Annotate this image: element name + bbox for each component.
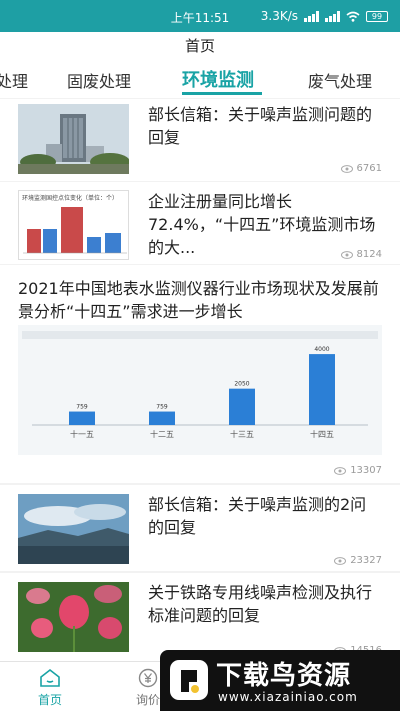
eye-icon bbox=[334, 556, 347, 565]
watermark: 下载鸟资源 www.xiazainiao.com bbox=[160, 650, 400, 711]
chart-value-label: 759 bbox=[156, 404, 168, 411]
landscape-thumbnail bbox=[18, 494, 129, 564]
chart-bar bbox=[229, 388, 255, 425]
watermark-domain: www.xiazainiao.com bbox=[218, 690, 358, 704]
view-count: 8124 bbox=[340, 249, 382, 260]
chart-category-label: 十四五 bbox=[310, 429, 334, 439]
chart-bar bbox=[149, 411, 175, 425]
view-count-value: 13307 bbox=[350, 465, 382, 476]
tab-partial[interactable]: 处理 bbox=[0, 68, 28, 92]
app-root: 上午11:51 3.3K/s 99 首页 处理 固废处理 环境监测 废气处理 部… bbox=[0, 0, 400, 711]
watermark-brand: 下载鸟资源 bbox=[216, 661, 352, 691]
nav-inquiry-label: 询价 bbox=[135, 693, 160, 707]
chart-bar bbox=[309, 354, 335, 425]
battery-icon: 99 bbox=[366, 10, 388, 22]
news-title[interactable]: 2021年中国地表水监测仪器行业市场现状及发展前景分析“十四五”需求进一步增长 bbox=[18, 277, 382, 323]
chart-category-label: 十二五 bbox=[150, 429, 174, 439]
nav-home[interactable]: 首页 bbox=[20, 666, 80, 708]
building-thumbnail bbox=[18, 104, 129, 174]
tab-exhaust-gas[interactable]: 废气处理 bbox=[308, 68, 372, 92]
news-title[interactable]: 关于铁路专用线噪声检测及执行标准问题的回复 bbox=[148, 581, 382, 627]
tab-environment-monitoring[interactable]: 环境监测 bbox=[182, 66, 254, 92]
category-tabs: 处理 固废处理 环境监测 废气处理 bbox=[0, 60, 400, 98]
view-count: 13307 bbox=[334, 465, 382, 476]
news-card[interactable]: 关于铁路专用线噪声检测及执行标准问题的回复 14516 bbox=[0, 573, 400, 661]
tab-active-indicator bbox=[182, 92, 262, 95]
chart-thumbnail: 环境监测国控点位变化（单位：个） bbox=[18, 190, 129, 260]
chart-bar bbox=[69, 411, 95, 425]
chart-category-label: 十一五 bbox=[70, 429, 94, 439]
chart-value-label: 759 bbox=[76, 404, 88, 411]
bar-chart-image: 759 十一五 759 十二五 2050 十三五 4000 十四五 bbox=[18, 325, 382, 455]
chart-category-label: 十三五 bbox=[230, 429, 254, 439]
chart-value-label: 4000 bbox=[314, 346, 329, 353]
signal-icon-2 bbox=[325, 10, 340, 22]
news-card[interactable]: 2021年中国地表水监测仪器行业市场现状及发展前景分析“十四五”需求进一步增长 … bbox=[0, 265, 400, 483]
view-count: 6761 bbox=[340, 163, 382, 174]
tab-solid-waste[interactable]: 固废处理 bbox=[67, 68, 131, 92]
view-count: 23327 bbox=[334, 555, 382, 566]
eye-icon bbox=[340, 250, 353, 259]
signal-icon bbox=[304, 10, 319, 22]
bar-chart: 759 十一五 759 十二五 2050 十三五 4000 十四五 bbox=[22, 331, 378, 439]
eye-icon bbox=[340, 164, 353, 173]
view-count-value: 8124 bbox=[356, 249, 382, 260]
net-speed: 3.3K/s bbox=[260, 9, 298, 23]
news-card[interactable]: 部长信箱：关于噪声监测问题的回复 6761 bbox=[0, 99, 400, 181]
news-title[interactable]: 部长信箱：关于噪声监测问题的回复 bbox=[148, 103, 382, 149]
wifi-icon bbox=[346, 11, 360, 22]
status-bar: 上午11:51 3.3K/s 99 bbox=[0, 0, 400, 32]
page-title: 首页 bbox=[0, 32, 400, 60]
news-title[interactable]: 部长信箱：关于噪声监测的2问的回复 bbox=[148, 493, 382, 539]
home-icon bbox=[40, 668, 60, 687]
eye-icon bbox=[334, 466, 347, 475]
view-count-value: 6761 bbox=[356, 163, 382, 174]
nav-home-label: 首页 bbox=[37, 693, 62, 707]
tulip-thumbnail bbox=[18, 582, 129, 652]
view-count-value: 23327 bbox=[350, 555, 382, 566]
news-card[interactable]: 环境监测国控点位变化（单位：个） 企业注册量同比增长72.4%，“十四五”环境监… bbox=[0, 182, 400, 264]
watermark-logo-icon bbox=[170, 660, 208, 700]
news-card[interactable]: 部长信箱：关于噪声监测的2问的回复 23327 bbox=[0, 485, 400, 571]
status-icons: 3.3K/s 99 bbox=[261, 9, 388, 23]
chart-value-label: 2050 bbox=[234, 381, 249, 388]
yen-icon bbox=[138, 668, 158, 688]
